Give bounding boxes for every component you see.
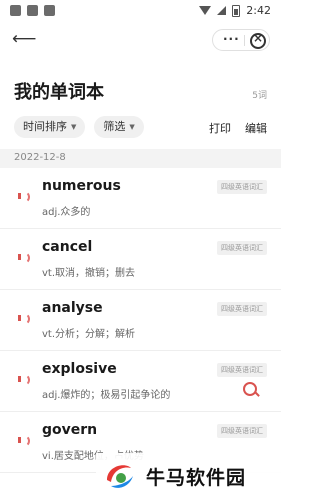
speaker-icon[interactable] bbox=[18, 251, 30, 264]
print-button[interactable]: 打印 bbox=[209, 120, 231, 136]
status-system: 2:42 bbox=[199, 4, 271, 17]
mini-program-capsule: ··· bbox=[212, 29, 270, 51]
word-meaning: vt.取消，撤销；删去 bbox=[42, 268, 136, 279]
back-icon[interactable]: ⟵ bbox=[12, 29, 36, 49]
watermark-logo-icon bbox=[101, 458, 137, 494]
level-tag: 四级英语词汇 bbox=[217, 363, 267, 377]
filter-dropdown[interactable]: 筛选 ▼ bbox=[94, 116, 144, 138]
sort-label: 时间排序 bbox=[23, 120, 67, 133]
word-text: explosive bbox=[42, 361, 117, 377]
status-time: 2:42 bbox=[246, 4, 271, 17]
app-icon bbox=[44, 5, 55, 16]
filter-bar: 时间排序 ▼ 筛选 ▼ bbox=[14, 116, 144, 138]
level-tag: 四级英语词汇 bbox=[217, 241, 267, 255]
page-title: 我的单词本 bbox=[14, 82, 104, 103]
battery-icon bbox=[232, 4, 241, 17]
date-label: 2022-12-8 bbox=[14, 152, 66, 163]
status-bar: 2:42 bbox=[0, 0, 281, 22]
watermark: 牛马软件园 bbox=[96, 453, 281, 500]
list-item[interactable]: analyse vt.分析；分解；解析 四级英语词汇 bbox=[0, 290, 281, 351]
date-group-header: 2022-12-8 bbox=[0, 149, 281, 168]
more-icon[interactable]: ··· bbox=[223, 32, 240, 46]
signal-icon bbox=[217, 6, 227, 15]
speaker-icon[interactable] bbox=[18, 373, 30, 386]
status-notifications bbox=[10, 5, 55, 16]
wifi-icon bbox=[199, 6, 212, 15]
list-item[interactable]: explosive adj.爆炸的；极易引起争论的 四级英语词汇 bbox=[0, 351, 281, 412]
notification-icon bbox=[10, 5, 21, 16]
level-tag: 四级英语词汇 bbox=[217, 302, 267, 316]
word-meaning: vt.分析；分解；解析 bbox=[42, 329, 136, 340]
header-actions: 打印 编辑 bbox=[209, 120, 267, 136]
speaker-icon[interactable] bbox=[18, 434, 30, 447]
chevron-down-icon: ▼ bbox=[129, 123, 135, 131]
search-button[interactable] bbox=[240, 379, 262, 401]
level-tag: 四级英语词汇 bbox=[217, 424, 267, 438]
list-item[interactable]: numerous adj.众多的 四级英语词汇 bbox=[0, 168, 281, 229]
word-text: numerous bbox=[42, 178, 121, 194]
speaker-icon[interactable] bbox=[18, 312, 30, 325]
word-text: cancel bbox=[42, 239, 93, 255]
nav-bar: ⟵ ··· bbox=[0, 22, 281, 58]
word-text: govern bbox=[42, 422, 98, 438]
word-text: analyse bbox=[42, 300, 103, 316]
chevron-down-icon: ▼ bbox=[71, 123, 77, 131]
edit-button[interactable]: 编辑 bbox=[245, 120, 267, 136]
speaker-icon[interactable] bbox=[18, 190, 30, 203]
level-tag: 四级英语词汇 bbox=[217, 180, 267, 194]
gallery-icon bbox=[27, 5, 38, 16]
capsule-divider bbox=[244, 35, 245, 46]
word-list: numerous adj.众多的 四级英语词汇 cancel vt.取消，撤销；… bbox=[0, 168, 281, 473]
close-icon[interactable] bbox=[250, 31, 266, 49]
list-item[interactable]: cancel vt.取消，撤销；删去 四级英语词汇 bbox=[0, 229, 281, 290]
watermark-text: 牛马软件园 bbox=[146, 467, 247, 489]
filter-label: 筛选 bbox=[103, 120, 126, 133]
word-meaning: adj.爆炸的；极易引起争论的 bbox=[42, 390, 171, 401]
search-icon-handle bbox=[254, 391, 260, 397]
word-meaning: adj.众多的 bbox=[42, 207, 91, 218]
sort-by-time-dropdown[interactable]: 时间排序 ▼ bbox=[14, 116, 86, 138]
word-count: 5词 bbox=[252, 91, 267, 101]
